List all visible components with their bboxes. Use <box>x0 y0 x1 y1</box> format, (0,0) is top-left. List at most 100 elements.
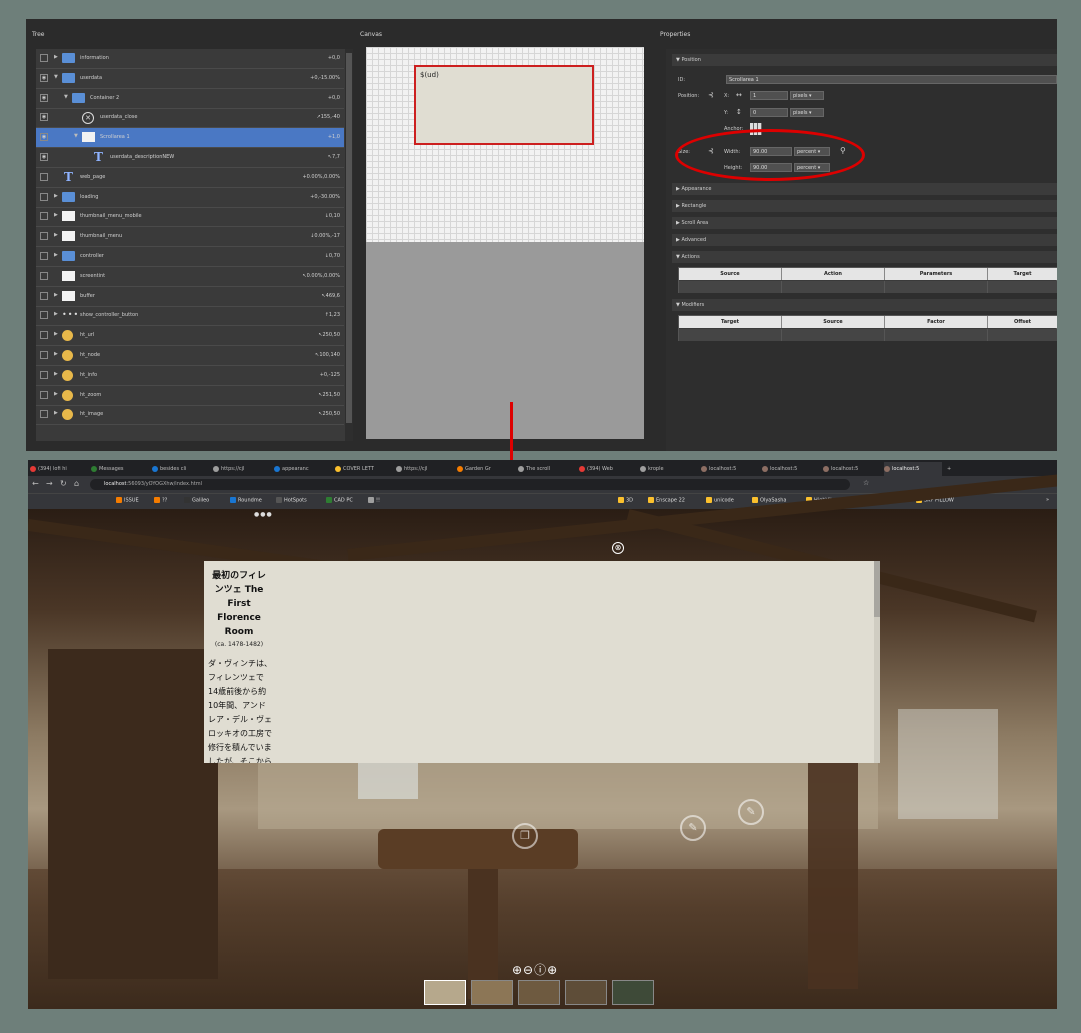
browser-tab[interactable]: localhost:5 <box>762 462 820 476</box>
actions-cell[interactable] <box>679 281 782 293</box>
panorama-thumbnail[interactable] <box>612 980 654 1005</box>
tree-row[interactable]: ▶ buffer ↖469,6 <box>36 287 344 307</box>
info-scrollbar[interactable] <box>874 561 880 763</box>
tree-row[interactable]: ▶ ht_info +0,-125 <box>36 366 344 386</box>
visibility-toggle-icon[interactable] <box>40 271 48 280</box>
browser-tab[interactable]: Garden Gr <box>457 462 515 476</box>
home-icon[interactable]: ⌂ <box>74 479 79 488</box>
selected-scrollarea-element[interactable]: $(ud) <box>414 65 594 145</box>
actions-cell[interactable] <box>782 281 885 293</box>
browser-tab[interactable]: (394) lofi hi <box>30 462 88 476</box>
reload-icon[interactable]: ↻ <box>60 479 67 488</box>
actions-table[interactable]: Source Action Parameters Target <box>678 267 1057 293</box>
visibility-toggle-icon[interactable]: ◉ <box>40 113 48 122</box>
browser-tab[interactable]: localhost:5 <box>884 462 942 476</box>
panorama-thumbnail[interactable] <box>518 980 560 1005</box>
bookmark-item[interactable]: CAD PC <box>326 497 353 504</box>
panorama-view[interactable]: ✎ ✎ ✎ ❐ ●●● ⊗ 最初のフィレンツェ The First Floren… <box>28 473 1057 1009</box>
expand-toggle-icon[interactable]: ▶ <box>54 232 58 238</box>
visibility-toggle-icon[interactable] <box>40 172 48 181</box>
tree-row[interactable]: Tweb_page +0.00%,0.00% <box>36 168 344 188</box>
skin-canvas[interactable]: $(ud) <box>366 47 644 439</box>
tree-scrollbar[interactable] <box>345 49 353 441</box>
visibility-toggle-icon[interactable] <box>40 232 48 241</box>
zoom-info-controls[interactable]: ⊕⊖ⓘ⊕ <box>512 961 558 978</box>
visibility-toggle-icon[interactable] <box>40 54 48 62</box>
visibility-toggle-icon[interactable] <box>40 311 48 320</box>
expand-toggle-icon[interactable]: ▶ <box>54 292 58 298</box>
bookmark-item[interactable]: Roundme <box>230 497 262 504</box>
section-scroll-area[interactable]: ▶ Scroll Area <box>672 217 1057 229</box>
bookmark-item[interactable]: 3D <box>618 497 633 504</box>
actions-cell[interactable] <box>885 281 988 293</box>
expand-toggle-icon[interactable]: ▶ <box>54 311 58 317</box>
hotspot-drawing-icon[interactable]: ✎ <box>680 815 706 841</box>
bookmark-item[interactable]: ISSUE <box>116 497 139 504</box>
bookmarks-more-icon[interactable]: » <box>1046 497 1049 503</box>
bookmark-item[interactable]: ?? <box>154 497 167 504</box>
browser-tab[interactable]: besides cli <box>152 462 210 476</box>
tree-row[interactable]: ◉ ✕ userdata_close ↗155,-40 <box>36 108 344 129</box>
browser-tab[interactable]: appearanc <box>274 462 332 476</box>
tree-row[interactable]: ▶ controller ↓0,70 <box>36 247 344 267</box>
x-unit-select[interactable]: pixels ▾ <box>790 91 824 100</box>
tree-row[interactable]: ▶ ht_url ↖250,50 <box>36 326 344 347</box>
y-align-icon[interactable]: ↕ <box>736 108 742 116</box>
section-rectangle[interactable]: ▶ Rectangle <box>672 200 1057 212</box>
expand-toggle-icon[interactable]: ▶ <box>54 193 58 199</box>
section-appearance[interactable]: ▶ Appearance <box>672 183 1057 195</box>
expand-toggle-icon[interactable]: ▶ <box>54 331 58 337</box>
bookmark-item[interactable]: HotSpots <box>276 497 307 504</box>
bookmark-item[interactable]: Enscape 22 <box>648 497 685 504</box>
expand-toggle-icon[interactable]: ▼ <box>54 74 58 80</box>
browser-tab[interactable]: localhost:5 <box>823 462 881 476</box>
forward-icon[interactable]: → <box>46 479 53 488</box>
visibility-toggle-icon[interactable] <box>40 291 48 300</box>
visibility-toggle-icon[interactable]: ◉ <box>40 153 48 161</box>
browser-tab[interactable]: https://cjl <box>396 462 454 476</box>
visibility-toggle-icon[interactable] <box>40 212 48 221</box>
section-position[interactable]: ▼ Position <box>672 54 1057 66</box>
visibility-toggle-icon[interactable] <box>40 331 48 340</box>
userdata-info-panel[interactable]: 最初のフィレンツェ The First Florence Room (ca. 1… <box>204 561 880 763</box>
bookmark-item[interactable]: !! <box>368 497 380 504</box>
tree-row[interactable]: ▶ thumbnail_menu ↓0.00%,-17 <box>36 227 344 248</box>
tree-row[interactable]: ▶ ••• show_controller_button ↑1,23 <box>36 306 344 327</box>
close-info-icon[interactable]: ⊗ <box>612 542 624 554</box>
panorama-thumbnail[interactable] <box>565 980 607 1005</box>
x-align-icon[interactable]: ↔ <box>736 91 742 99</box>
expand-toggle-icon[interactable]: ▶ <box>54 371 58 377</box>
modifiers-cell[interactable] <box>782 329 885 341</box>
id-input[interactable]: Scrollarea 1 <box>726 75 1057 84</box>
expand-toggle-icon[interactable]: ▶ <box>54 351 58 357</box>
bookmark-item[interactable]: Galileo <box>184 497 209 504</box>
tree-row[interactable]: ◉ Tuserdata_descriptionNEW ↖7,7 <box>36 148 344 168</box>
tree-row[interactable]: ▶ ht_node ↖100,140 <box>36 346 344 366</box>
modifiers-cell[interactable] <box>885 329 988 341</box>
browser-tab[interactable]: The scroll <box>518 462 576 476</box>
panorama-thumbnail[interactable] <box>471 980 513 1005</box>
expand-toggle-icon[interactable]: ▼ <box>64 94 68 100</box>
tree-row[interactable]: ▶ information +0,0 <box>36 49 344 69</box>
expand-toggle-icon[interactable]: ▶ <box>54 391 58 397</box>
hotspot-drawing-icon[interactable]: ✎ <box>738 799 764 825</box>
visibility-toggle-icon[interactable] <box>40 192 48 201</box>
actions-cell[interactable] <box>988 281 1057 293</box>
modifiers-table[interactable]: Target Source Factor Offset <box>678 315 1057 341</box>
tree-row[interactable]: ▶ ht_image ↖250,50 <box>36 405 344 426</box>
skin-tree[interactable]: ▶ information +0,0 ◉ ▼ userdata +0,-15.00% ◉ ▼ Co… <box>36 49 353 441</box>
visibility-toggle-icon[interactable]: ◉ <box>40 93 48 102</box>
star-icon[interactable]: ☆ <box>863 479 869 487</box>
y-unit-select[interactable]: pixels ▾ <box>790 108 824 117</box>
visibility-toggle-icon[interactable] <box>40 390 48 399</box>
browser-tab[interactable]: localhost:5 <box>701 462 759 476</box>
expand-toggle-icon[interactable]: ▶ <box>54 54 58 60</box>
expand-toggle-icon[interactable]: ▶ <box>54 212 58 218</box>
hotspot-book-icon[interactable]: ❐ <box>512 823 538 849</box>
visibility-toggle-icon[interactable] <box>40 370 48 379</box>
browser-tab[interactable]: (394) Web <box>579 462 637 476</box>
tree-row[interactable]: ▶ loading +0,-30.00% <box>36 188 344 208</box>
y-input[interactable]: 0 <box>750 108 788 117</box>
browser-tab[interactable]: COVER LETT <box>335 462 393 476</box>
modifiers-cell[interactable] <box>679 329 782 341</box>
